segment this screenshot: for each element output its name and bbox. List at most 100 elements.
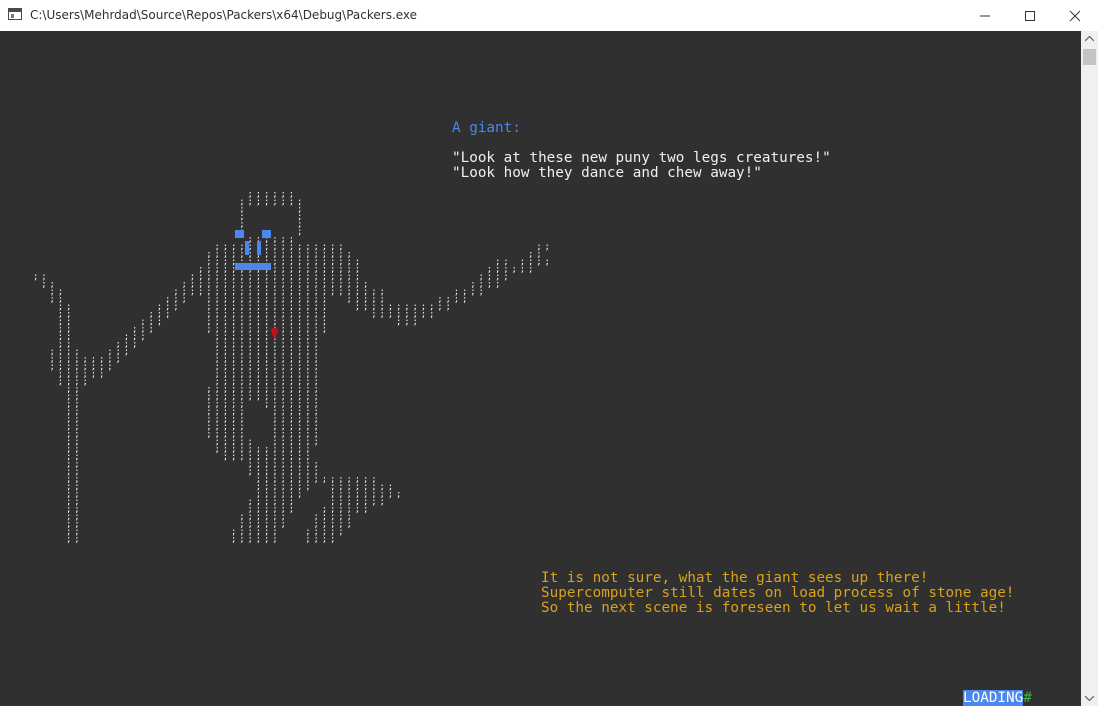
giant-mouth bbox=[235, 263, 271, 270]
giant-dot: ; bbox=[206, 325, 211, 335]
giant-dot: ; bbox=[190, 288, 195, 298]
giant-dot: ; bbox=[545, 258, 550, 268]
giant-dot: ; bbox=[256, 393, 261, 403]
giant-dot: ; bbox=[107, 363, 112, 373]
giant-dot: ; bbox=[388, 490, 393, 500]
giant-dot: ; bbox=[173, 303, 178, 313]
giant-left-eye bbox=[235, 230, 244, 238]
giant-dot: ; bbox=[157, 318, 162, 328]
giant-dot: ; bbox=[206, 430, 211, 440]
console-window: C:\Users\Mehrdad\Source\Repos\Packers\x6… bbox=[0, 0, 1098, 706]
giant-dot: ; bbox=[470, 288, 475, 298]
giant-dot: ; bbox=[116, 355, 121, 365]
giant-dot: ; bbox=[347, 520, 352, 530]
giant-dot: ; bbox=[380, 498, 385, 508]
giant-dot: ; bbox=[182, 295, 187, 305]
giant-dot: ; bbox=[50, 295, 55, 305]
giant-dot: ; bbox=[495, 280, 500, 290]
giant-dot: ; bbox=[404, 318, 409, 328]
giant-dot: ; bbox=[248, 468, 253, 478]
speaker-label: A giant: bbox=[452, 120, 521, 136]
giant-nose-left bbox=[245, 241, 249, 255]
giant-dot: ; bbox=[248, 535, 253, 545]
giant-dot: ; bbox=[231, 535, 236, 545]
giant-dot: ; bbox=[50, 363, 55, 373]
giant-dot: ; bbox=[322, 325, 327, 335]
window-title: C:\Users\Mehrdad\Source\Repos\Packers\x6… bbox=[30, 8, 418, 22]
giant-dot: ; bbox=[231, 453, 236, 463]
scroll-down-button[interactable] bbox=[1081, 690, 1098, 706]
giant-nose-right bbox=[257, 241, 261, 255]
giant-dot: ; bbox=[314, 535, 319, 545]
giant-dot: ; bbox=[363, 303, 368, 313]
giant-dot: ; bbox=[223, 453, 228, 463]
giant-dot: ; bbox=[297, 490, 302, 500]
vertical-scrollbar[interactable] bbox=[1081, 31, 1098, 706]
giant-dot: ; bbox=[281, 198, 286, 208]
giant-dot: ; bbox=[371, 498, 376, 508]
minimize-button[interactable] bbox=[962, 0, 1008, 31]
quote-line-2: "Look how they dance and chew away!" bbox=[452, 165, 762, 181]
giant-dot: ; bbox=[140, 333, 145, 343]
note-line-3: So the next scene is foreseen to let us … bbox=[541, 600, 1006, 616]
note-line-2: Supercomputer still dates on load proces… bbox=[541, 585, 1015, 601]
giant-dot: ; bbox=[66, 535, 71, 545]
giant-dot: ; bbox=[239, 535, 244, 545]
giant-dot: ; bbox=[503, 273, 508, 283]
giant-dot: ; bbox=[322, 475, 327, 485]
giant-dot: ; bbox=[215, 445, 220, 455]
console-output[interactable]: ;;;;;;;;;;;;;;;;;;;;;;;;;;;;;;;;;;;;;;;;… bbox=[0, 31, 1081, 706]
giant-dot: ; bbox=[396, 490, 401, 500]
giant-dot: ; bbox=[256, 198, 261, 208]
minimize-icon bbox=[980, 15, 990, 17]
maximize-icon bbox=[1025, 11, 1035, 21]
giant-right-eye bbox=[262, 230, 271, 238]
giant-dot: ; bbox=[248, 198, 253, 208]
loading-indicator: LOADING# bbox=[963, 690, 1032, 706]
giant-dot: ; bbox=[41, 280, 46, 290]
giant-dot: ; bbox=[91, 370, 96, 380]
giant-dot: ; bbox=[421, 310, 426, 320]
giant-dot: ; bbox=[281, 520, 286, 530]
scroll-up-button[interactable] bbox=[1081, 31, 1098, 47]
giant-dot: ; bbox=[272, 535, 277, 545]
chevron-up-icon bbox=[1085, 36, 1094, 42]
maximize-button[interactable] bbox=[1007, 0, 1053, 31]
note-line-1: It is not sure, what the giant sees up t… bbox=[541, 570, 929, 586]
giant-dot: ; bbox=[322, 535, 327, 545]
chevron-down-icon bbox=[1085, 695, 1094, 701]
giant-dot: ; bbox=[487, 280, 492, 290]
giant-dot: ; bbox=[289, 505, 294, 515]
giant-dot: ; bbox=[512, 265, 517, 275]
giant-dot: ; bbox=[99, 370, 104, 380]
giant-dot: ; bbox=[305, 483, 310, 493]
loading-label: LOADING bbox=[963, 690, 1024, 706]
giant-dot: ; bbox=[446, 303, 451, 313]
scroll-thumb[interactable] bbox=[1083, 49, 1096, 65]
console-app-icon[interactable] bbox=[8, 8, 22, 20]
giant-dot: ; bbox=[536, 258, 541, 268]
giant-dot: ; bbox=[264, 198, 269, 208]
giant-dot: ; bbox=[58, 378, 63, 388]
close-button[interactable] bbox=[1052, 0, 1098, 31]
giant-dot: ; bbox=[388, 310, 393, 320]
giant-dot: ; bbox=[314, 475, 319, 485]
giant-dot: ; bbox=[363, 505, 368, 515]
giant-dot: ; bbox=[248, 393, 253, 403]
giant-dot: ; bbox=[198, 288, 203, 298]
giant-dot: ; bbox=[297, 228, 302, 238]
giant-dot: ; bbox=[149, 325, 154, 335]
giant-dot: ; bbox=[413, 318, 418, 328]
giant-dot: ; bbox=[33, 273, 38, 283]
giant-dot: ; bbox=[338, 288, 343, 298]
giant-dot: ; bbox=[124, 348, 129, 358]
title-bar[interactable]: C:\Users\Mehrdad\Source\Repos\Packers\x6… bbox=[0, 0, 1098, 32]
giant-dot: ; bbox=[165, 310, 170, 320]
giant-dot: ; bbox=[83, 378, 88, 388]
giant-dot: ; bbox=[338, 528, 343, 538]
close-icon bbox=[1069, 10, 1081, 22]
giant-dot: ; bbox=[239, 453, 244, 463]
giant-dot: ; bbox=[437, 303, 442, 313]
giant-dot: ; bbox=[289, 198, 294, 208]
giant-dot: ; bbox=[264, 535, 269, 545]
